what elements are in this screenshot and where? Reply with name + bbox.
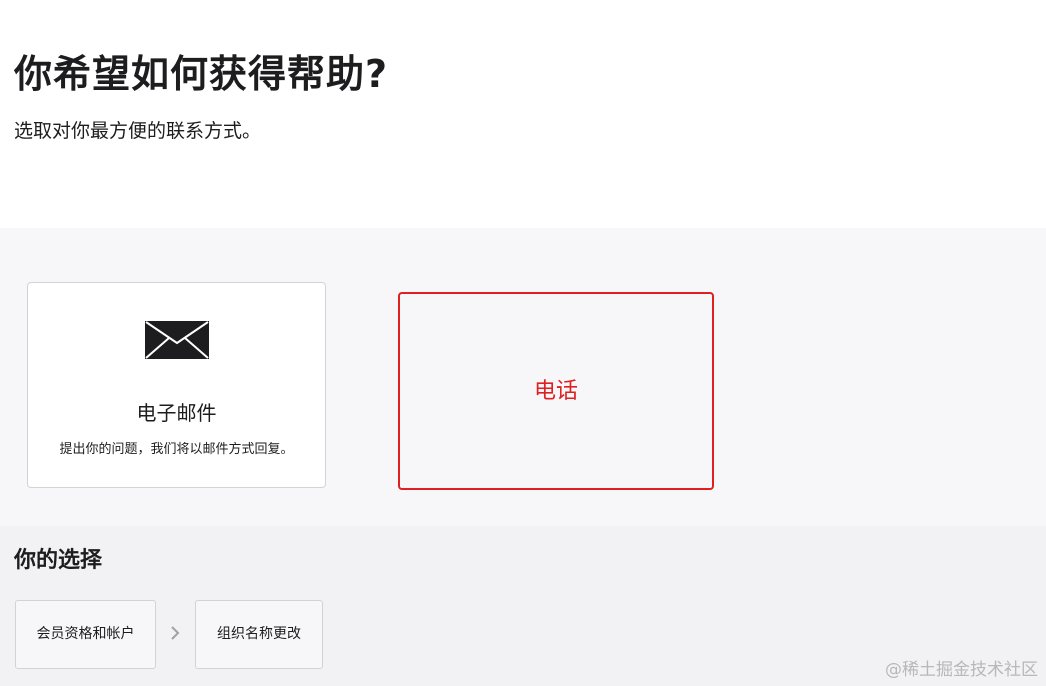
- contact-options: 电子邮件 提出你的问题，我们将以邮件方式回复。 电话: [0, 228, 1046, 526]
- page-subtitle: 选取对你最方便的联系方式。: [14, 120, 262, 142]
- watermark-text: @稀土掘金技术社区: [885, 660, 1038, 680]
- phone-option-label: 电话: [533, 379, 578, 404]
- page-title: 你希望如何获得帮助?: [14, 52, 389, 96]
- phone-option-card[interactable]: 电话: [398, 292, 714, 490]
- email-option-card[interactable]: 电子邮件 提出你的问题，我们将以邮件方式回复。: [27, 282, 326, 488]
- page-header: 你希望如何获得帮助? 选取对你最方便的联系方式。: [0, 0, 1046, 228]
- envelope-icon: [145, 321, 209, 359]
- selection-chip-org-name-change[interactable]: 组织名称更改: [195, 600, 323, 669]
- chevron-right-icon: [171, 626, 180, 640]
- selection-chip-membership[interactable]: 会员资格和帐户: [15, 600, 156, 669]
- email-option-description: 提出你的问题，我们将以邮件方式回复。: [59, 442, 294, 457]
- email-option-title: 电子邮件: [136, 401, 217, 425]
- selection-title: 你的选择: [14, 548, 103, 573]
